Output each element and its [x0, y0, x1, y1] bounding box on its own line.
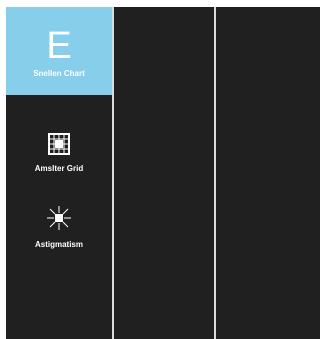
amsler-grid-icon — [48, 133, 70, 160]
sidebar-item-astigmatism[interactable]: Astigmatism — [6, 185, 112, 273]
sidebar-item-label: Snellen Chart — [33, 69, 85, 78]
sidebar: E Snellen Chart Amslter Grid Astigmatism — [6, 7, 112, 339]
sidebar-item-label: Astigmatism — [34, 240, 83, 249]
content-panel-left — [114, 7, 214, 339]
astigmatism-icon — [46, 205, 72, 236]
sidebar-item-label: Amslter Grid — [34, 164, 84, 173]
snellen-e-glyph: E — [46, 25, 72, 67]
sidebar-item-amsler-grid[interactable]: Amslter Grid — [6, 95, 112, 185]
app-frame: E Snellen Chart Amslter Grid Astigmatism — [6, 7, 320, 339]
sidebar-item-snellen-chart[interactable]: E Snellen Chart — [6, 7, 112, 95]
content-panel-right — [216, 7, 320, 339]
